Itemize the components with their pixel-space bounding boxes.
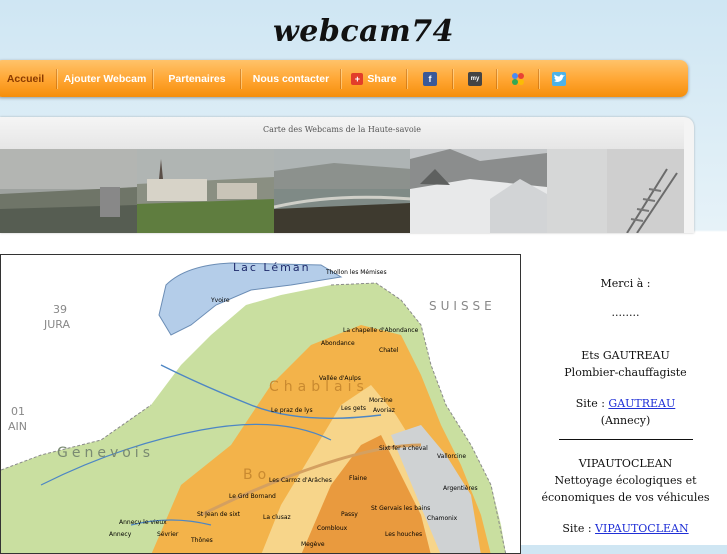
nav-facebook[interactable]: f [407, 60, 453, 97]
map-place[interactable]: La chapelle d'Abondance [343, 327, 418, 334]
sponsor-site-prefix: Site : [575, 397, 609, 410]
main-nav: Accueil Ajouter Webcam Partenaires Nous … [0, 60, 688, 97]
map-place[interactable]: Vallorcine [437, 453, 466, 460]
thanks-heading: Merci à : [600, 277, 651, 290]
nav-nous-contacter[interactable]: Nous contacter [241, 60, 341, 97]
share-label: Share [367, 72, 397, 85]
map-place[interactable]: Les Carroz d'Arâches [269, 477, 332, 484]
partners-sidebar: Merci à : ........ Ets GAUTREAU Plombier… [524, 254, 727, 537]
sponsor-link-gautreau[interactable]: GAUTREAU [608, 397, 675, 410]
nav-label: Accueil [6, 72, 45, 85]
nav-accueil[interactable]: Accueil [0, 60, 57, 97]
webcam-image[interactable] [410, 149, 548, 233]
sponsor-divider [558, 439, 693, 440]
nav-label: Ajouter Webcam [63, 72, 147, 85]
map-place[interactable]: Abondance [321, 340, 355, 347]
map-label-suisse: SUISSE [429, 299, 496, 313]
map-place[interactable]: Avoriaz [373, 407, 395, 414]
sponsor-name: VIPAUTOCLEAN [578, 457, 673, 470]
webcam-image[interactable] [547, 149, 684, 233]
nav-ajouter-webcam[interactable]: Ajouter Webcam [57, 60, 153, 97]
nav-label: Partenaires [168, 72, 226, 85]
myspace-icon: my [468, 71, 482, 86]
map-place[interactable]: Le praz de lys [271, 407, 313, 414]
sponsor-desc: Nettoyage écologiques et économiques de … [541, 474, 710, 504]
sponsor-name: Ets GAUTREAU [581, 349, 670, 362]
google-icon [511, 72, 525, 86]
map-place[interactable]: St Gervais les bains [371, 505, 430, 512]
map-place[interactable]: Sixt fer à cheval [379, 445, 428, 452]
map-place[interactable]: Flaine [349, 475, 367, 482]
map-place[interactable]: Chamonix [427, 515, 457, 522]
map-place[interactable]: La clusaz [263, 514, 291, 521]
twitter-icon [552, 71, 566, 86]
share-button[interactable]: + Share [341, 60, 407, 97]
map-place[interactable]: Sévrier [157, 531, 178, 538]
webcam-banner: Carte des Webcams de la Haute-savoie [0, 117, 694, 233]
share-plus-icon: + [351, 72, 364, 85]
map-label-ain-num: 01 [11, 405, 25, 418]
sponsor-site-prefix: Site : [562, 522, 596, 535]
banner-caption: Carte des Webcams de la Haute-savoie [0, 117, 684, 149]
webcam-map[interactable]: Lac Léman SUISSE 39 JURA 01 AIN Genevois… [0, 254, 521, 554]
map-place[interactable]: Les houches [385, 531, 422, 538]
map-place[interactable]: Thônes [191, 537, 213, 544]
map-label-jura: JURA [44, 318, 71, 331]
webcam-image[interactable] [136, 149, 274, 233]
map-place[interactable]: Morzine [369, 397, 393, 404]
thanks-dots: ........ [611, 306, 640, 319]
nav-partenaires[interactable]: Partenaires [153, 60, 241, 97]
map-place[interactable]: Argentières [443, 485, 478, 492]
map-place[interactable]: Annecy le vieux [119, 519, 167, 526]
webcam-image[interactable] [273, 149, 411, 233]
sponsor-link-vipautoclean[interactable]: VIPAUTOCLEAN [595, 522, 689, 535]
sponsor-desc: Plombier-chauffagiste [564, 366, 687, 379]
map-label-jura-num: 39 [53, 303, 67, 316]
nav-google[interactable] [497, 60, 539, 97]
map-place[interactable]: St Jean de sixt [197, 511, 240, 518]
nav-label: Nous contacter [252, 72, 330, 85]
map-place[interactable]: Chatel [379, 347, 398, 354]
map-place[interactable]: Yvoire [211, 297, 230, 304]
map-place[interactable]: Le Grd Bornand [229, 493, 276, 500]
site-title[interactable]: webcam74 [0, 14, 727, 49]
webcam-image[interactable] [0, 149, 137, 233]
map-place[interactable]: Passy [341, 511, 358, 518]
facebook-icon: f [423, 71, 437, 86]
map-place[interactable]: Les gets [341, 405, 366, 412]
sponsor-city: (Annecy) [600, 414, 651, 427]
map-label-ain: AIN [8, 420, 27, 433]
map-place[interactable]: Combloux [317, 525, 347, 532]
map-label-lac-leman: Lac Léman [233, 261, 311, 274]
map-place[interactable]: Thollon les Mémises [326, 269, 387, 276]
nav-twitter[interactable] [539, 60, 579, 97]
nav-myspace[interactable]: my [453, 60, 497, 97]
map-place[interactable]: Annecy [109, 531, 131, 538]
map-label-genevois: Genevois [57, 445, 154, 461]
map-label-bornes: Bo [243, 467, 272, 483]
map-place[interactable]: Vallée d'Aulps [319, 375, 361, 382]
webcam-strip [0, 149, 684, 233]
